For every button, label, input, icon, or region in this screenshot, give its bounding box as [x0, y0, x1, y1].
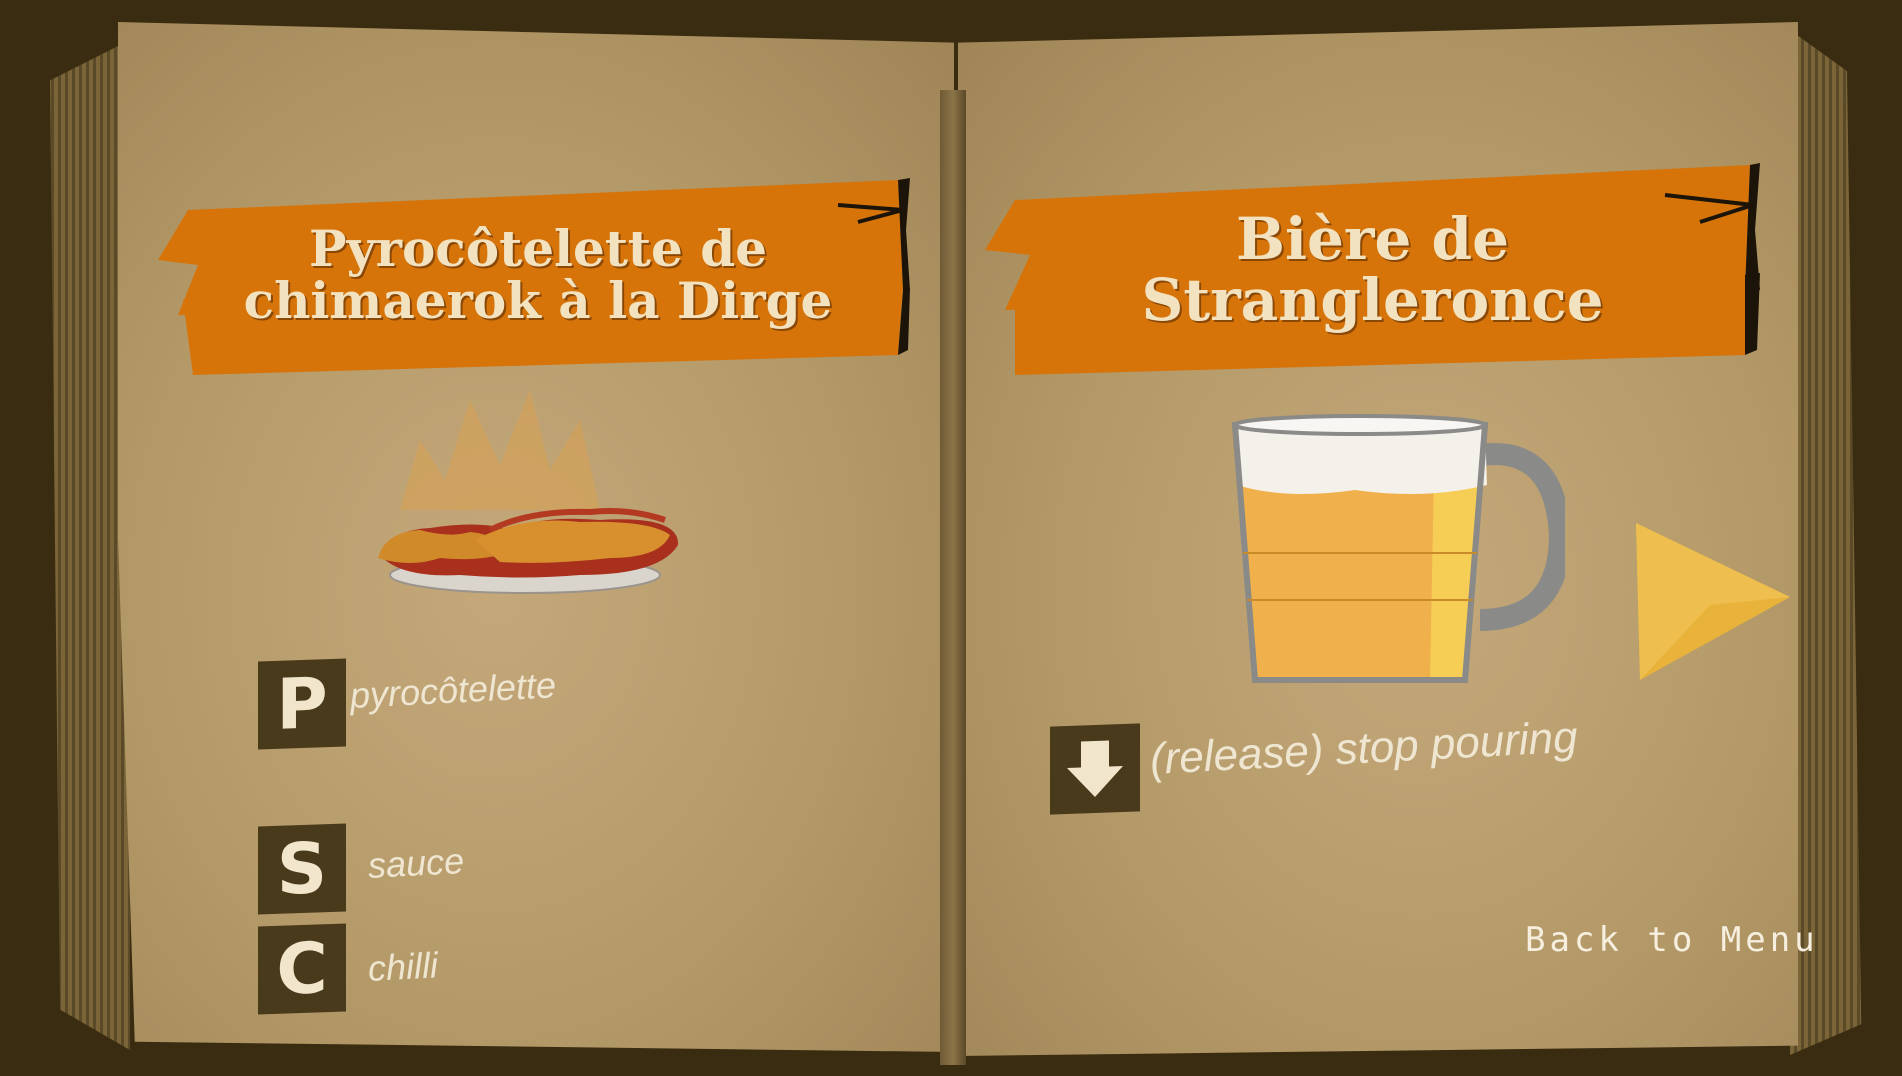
right-recipe-banner: Bière de Strangleronce — [985, 160, 1760, 380]
book-page-edges-left — [50, 40, 130, 1050]
beer-mug-image — [1231, 414, 1565, 683]
left-recipe-title: Pyrocôtelette de chimaerok à la Dirge — [243, 218, 833, 330]
key-p-tile: P — [258, 658, 346, 750]
right-recipe-title: Bière de Strangleronce — [1141, 205, 1604, 334]
book-page-edges-right — [1790, 30, 1862, 1055]
key-c-label: chilli — [366, 944, 439, 989]
down-arrow-icon — [1067, 740, 1123, 797]
key-s-label: sauce — [366, 840, 465, 886]
left-recipe-banner: Pyrocôtelette de chimaerok à la Dirge — [158, 170, 918, 380]
key-s-tile: S — [258, 823, 346, 915]
down-arrow-key-tile — [1050, 723, 1140, 815]
back-to-menu-button[interactable]: Back to Menu — [1525, 920, 1819, 960]
book-spine — [940, 90, 966, 1065]
pyrocotelette-dish-image — [378, 390, 679, 594]
key-c-tile: C — [258, 923, 346, 1015]
next-recipe-button[interactable] — [1630, 515, 1795, 685]
